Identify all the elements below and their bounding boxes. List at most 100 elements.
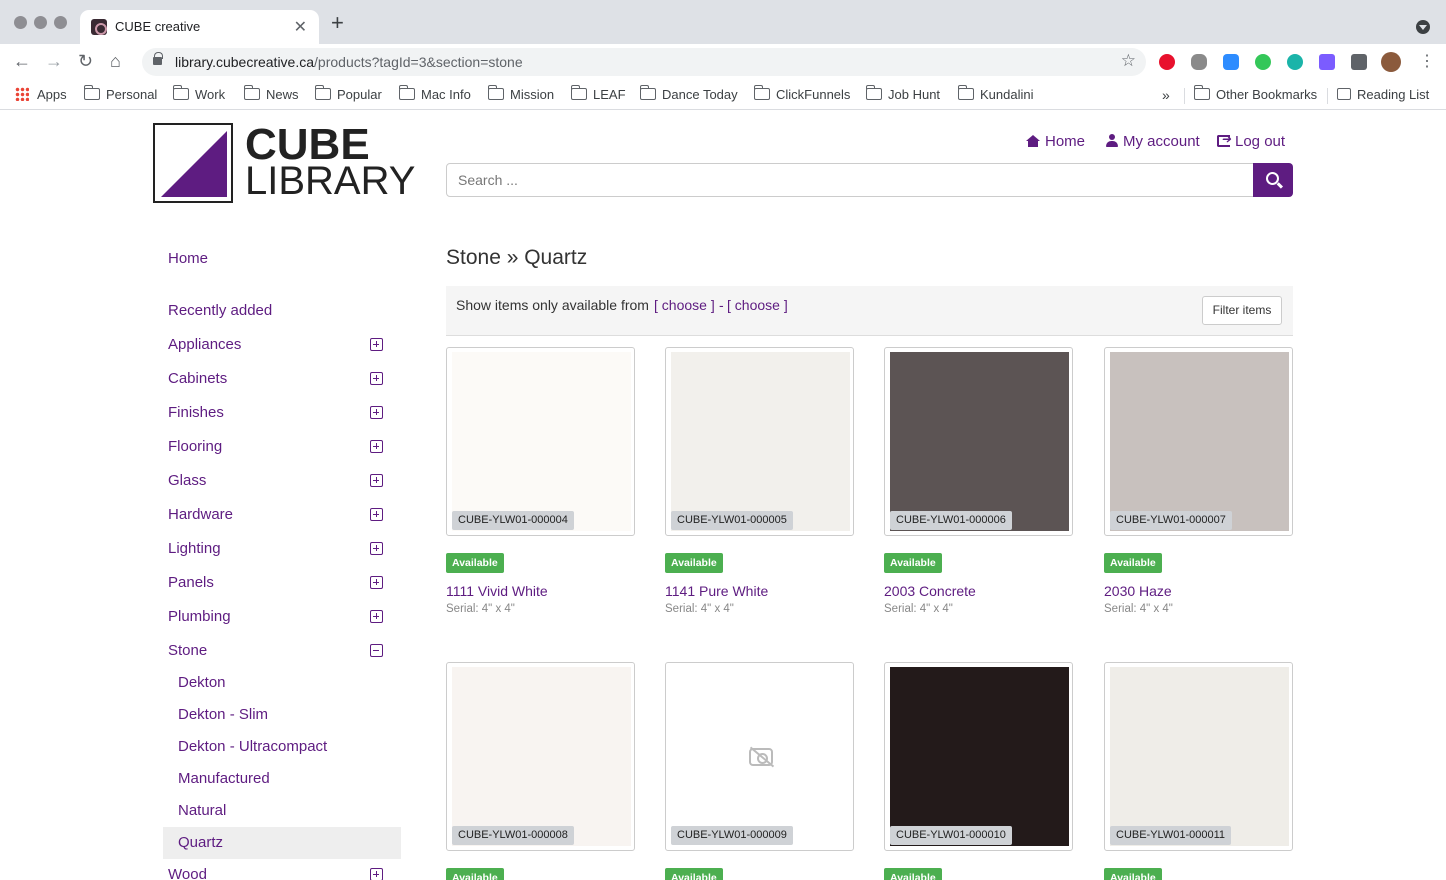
expand-plus-icon[interactable] [370, 868, 383, 880]
product-swatch[interactable] [890, 667, 1069, 846]
sidebar-item-hardware[interactable]: Hardware [168, 506, 233, 523]
back-icon[interactable]: ← [13, 50, 31, 72]
sidebar-item-cabinets[interactable]: Cabinets [168, 370, 227, 387]
expand-plus-icon[interactable] [370, 474, 383, 487]
sidebar-subitem-dekton-slim[interactable]: Dekton - Slim [178, 706, 268, 723]
search-input[interactable] [446, 163, 1254, 197]
bookmark-job-hunt[interactable]: Job Hunt [865, 85, 940, 102]
sidebar-item-finishes[interactable]: Finishes [168, 404, 224, 421]
nav-home-link[interactable]: Home [1026, 133, 1085, 150]
bookmark-kundalini[interactable]: Kundalini [957, 85, 1034, 102]
teal-extension-icon[interactable] [1287, 54, 1303, 70]
bookmark-apps[interactable]: Apps [15, 87, 67, 102]
sidebar-subitem-quartz[interactable]: Quartz [178, 834, 223, 851]
expand-plus-icon[interactable] [370, 372, 383, 385]
filter-items-button[interactable]: Filter items [1202, 296, 1282, 325]
product-name-link[interactable]: 1141 Pure White [665, 583, 768, 599]
product-card[interactable]: CUBE-YLW01-000009 [665, 662, 854, 851]
product-card[interactable]: CUBE-YLW01-000004 [446, 347, 635, 536]
bookmark-other[interactable]: Other Bookmarks [1193, 85, 1317, 102]
product-name-link[interactable]: 2030 Haze [1104, 583, 1172, 599]
product-name-link[interactable]: 1111 Vivid White [446, 583, 548, 599]
search-button[interactable] [1253, 163, 1293, 197]
product-swatch[interactable] [671, 352, 850, 531]
sidebar-recently-added[interactable]: Recently added [168, 302, 272, 319]
bookmark-star-icon[interactable]: ☆ [1121, 51, 1136, 71]
expand-plus-icon[interactable] [370, 610, 383, 623]
sidebar-item-plumbing[interactable]: Plumbing [168, 608, 231, 625]
product-swatch[interactable] [890, 352, 1069, 531]
expand-plus-icon[interactable] [370, 440, 383, 453]
expand-plus-icon[interactable] [370, 576, 383, 589]
bookmark-popular[interactable]: Popular [314, 85, 382, 102]
bookmark-personal[interactable]: Personal [83, 85, 157, 102]
reading-list[interactable]: Reading List [1337, 87, 1429, 102]
browser-tab[interactable]: CUBE creative ✕ [80, 10, 319, 44]
extensions-puzzle-icon[interactable] [1351, 54, 1367, 70]
sidebar-subitem-dekton-ultracompact[interactable]: Dekton - Ultracompact [178, 738, 327, 755]
clickup-extension-icon[interactable] [1319, 54, 1335, 70]
bookmark-leaf[interactable]: LEAF [570, 85, 626, 102]
zoom-window-button[interactable] [54, 16, 67, 29]
tab-search-icon[interactable] [1416, 20, 1430, 34]
bookmark-mac-info[interactable]: Mac Info [398, 85, 471, 102]
sidebar-home[interactable]: Home [168, 250, 208, 267]
address-bar[interactable]: library.cubecreative.ca/products?tagId=3… [142, 48, 1146, 76]
filter-to-date[interactable]: [ choose ] [727, 297, 788, 313]
bug-extension-icon[interactable] [1191, 54, 1207, 70]
product-swatch[interactable] [452, 667, 631, 846]
cube-library-logo[interactable]: CUBE LIBRARY [153, 123, 415, 203]
sidebar-item-panels[interactable]: Panels [168, 574, 214, 591]
product-swatch[interactable] [1110, 352, 1289, 531]
product-name-link[interactable]: 2003 Concrete [884, 583, 976, 599]
reload-icon[interactable]: ↻ [78, 50, 93, 72]
expand-plus-icon[interactable] [370, 338, 383, 351]
bookmark-clickfunnels[interactable]: ClickFunnels [753, 85, 850, 102]
product-card[interactable]: CUBE-YLW01-000005 [665, 347, 854, 536]
bookmark-work[interactable]: Work [172, 85, 225, 102]
new-tab-button[interactable]: + [331, 12, 344, 34]
product-card[interactable]: CUBE-YLW01-000006 [884, 347, 1073, 536]
profile-avatar[interactable] [1381, 52, 1401, 72]
forward-icon[interactable]: → [45, 50, 63, 72]
sidebar-item-wood[interactable]: Wood [168, 866, 207, 880]
bookmark-dance-today[interactable]: Dance Today [639, 85, 738, 102]
minimize-window-button[interactable] [34, 16, 47, 29]
sidebar-item-glass[interactable]: Glass [168, 472, 206, 489]
product-card[interactable]: CUBE-YLW01-000011 [1104, 662, 1293, 851]
sidebar-item-lighting[interactable]: Lighting [168, 540, 221, 557]
filter-from-date[interactable]: [ choose ] [654, 297, 715, 313]
home-icon[interactable]: ⌂ [110, 50, 121, 72]
reading-list-icon [1337, 88, 1351, 100]
product-serial: Serial: 4" x 4" [1104, 603, 1173, 615]
sidebar-item-flooring[interactable]: Flooring [168, 438, 222, 455]
android-extension-icon[interactable] [1255, 54, 1271, 70]
sidebar-item-stone[interactable]: Stone [168, 642, 207, 659]
nav-my-account-link[interactable]: My account [1106, 133, 1200, 150]
home-icon [1026, 135, 1040, 147]
sidebar-subitem-natural[interactable]: Natural [178, 802, 226, 819]
browser-menu-icon[interactable]: ⋮ [1419, 51, 1435, 71]
nav-log-out-link[interactable]: Log out [1217, 132, 1285, 150]
expand-plus-icon[interactable] [370, 542, 383, 555]
collapse-minus-icon[interactable] [370, 644, 383, 657]
opera-extension-icon[interactable] [1159, 54, 1175, 70]
product-card[interactable]: CUBE-YLW01-000008 [446, 662, 635, 851]
bookmark-news[interactable]: News [243, 85, 299, 102]
expand-plus-icon[interactable] [370, 406, 383, 419]
close-window-button[interactable] [14, 16, 27, 29]
sidebar-item-appliances[interactable]: Appliances [168, 336, 241, 353]
product-swatch[interactable] [1110, 667, 1289, 846]
folder-icon [314, 85, 331, 100]
zoom-extension-icon[interactable] [1223, 54, 1239, 70]
bookmark-mission[interactable]: Mission [487, 85, 554, 102]
product-card[interactable]: CUBE-YLW01-000007 [1104, 347, 1293, 536]
expand-plus-icon[interactable] [370, 508, 383, 521]
sidebar-subitem-manufactured[interactable]: Manufactured [178, 770, 270, 787]
product-swatch[interactable] [452, 352, 631, 531]
close-tab-icon[interactable]: ✕ [294, 17, 307, 37]
sidebar-subitem-dekton[interactable]: Dekton [178, 674, 226, 691]
status-badge: Available [665, 868, 723, 880]
product-card[interactable]: CUBE-YLW01-000010 [884, 662, 1073, 851]
bookmarks-overflow[interactable]: » [1162, 87, 1170, 103]
